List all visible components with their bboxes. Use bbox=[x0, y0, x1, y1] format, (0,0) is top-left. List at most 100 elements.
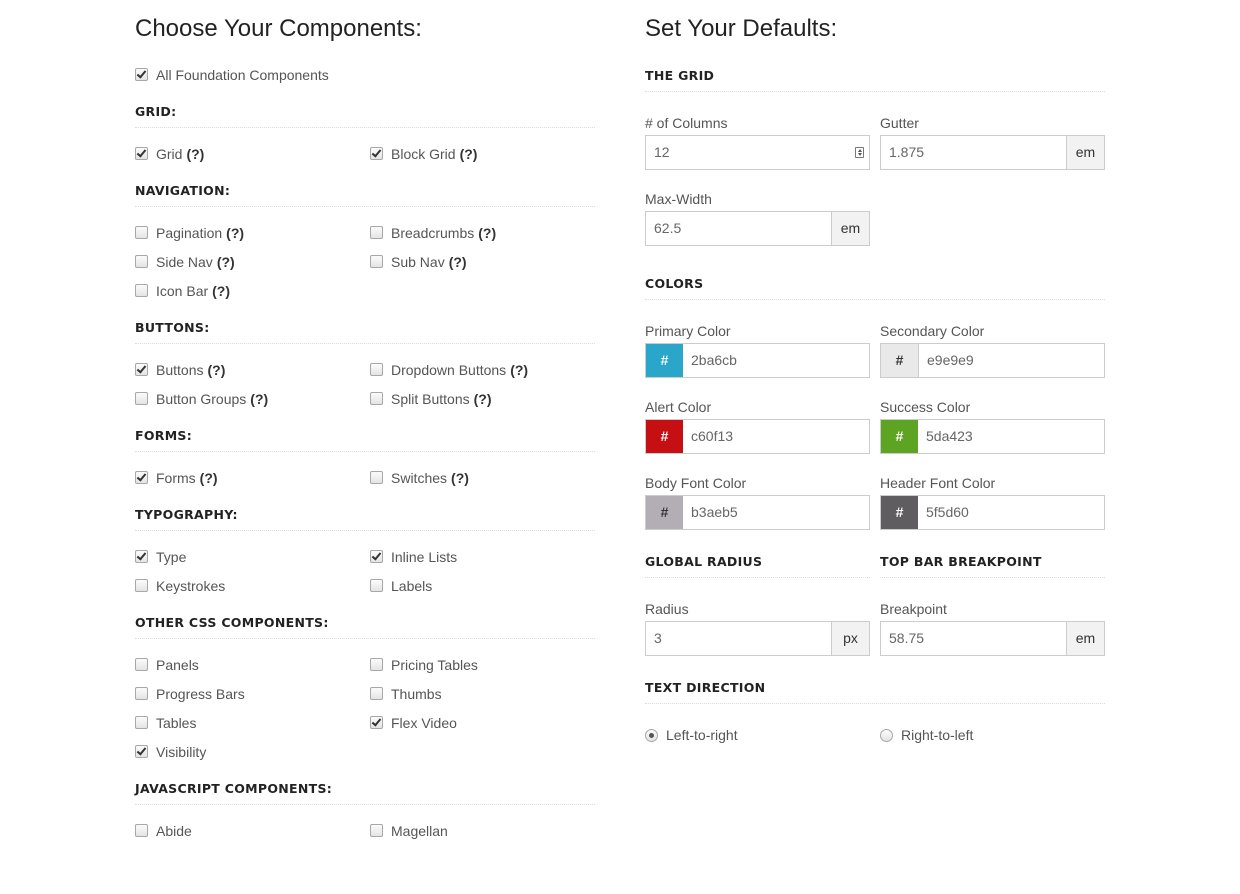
color-hex-value[interactable]: c60f13 bbox=[683, 420, 869, 453]
checkbox-box[interactable] bbox=[370, 658, 383, 671]
defaults-heading: Set Your Defaults: bbox=[645, 15, 838, 42]
keystrokes-checkbox[interactable]: Keystrokes bbox=[135, 575, 370, 597]
inline-lists-checkbox[interactable]: Inline Lists bbox=[370, 546, 595, 568]
checkbox-box[interactable] bbox=[370, 716, 383, 729]
checkbox-label: Breadcrumbs bbox=[391, 225, 475, 241]
help-link[interactable]: (?) bbox=[186, 146, 204, 162]
progress-bars-checkbox[interactable]: Progress Bars bbox=[135, 683, 370, 705]
header-font-color-input[interactable]: #5f5d60 bbox=[880, 495, 1105, 530]
flex-video-checkbox[interactable]: Flex Video bbox=[370, 712, 595, 734]
radius-value[interactable]: 3 bbox=[646, 622, 831, 655]
breadcrumbs-checkbox[interactable]: Breadcrumbs (?) bbox=[370, 222, 595, 244]
color-hex-value[interactable]: 2ba6cb bbox=[683, 344, 869, 377]
direction-radio-left-to-right[interactable]: Left-to-right bbox=[645, 724, 880, 746]
checkbox-box[interactable] bbox=[135, 363, 148, 376]
switches-checkbox[interactable]: Switches (?) bbox=[370, 467, 595, 489]
checkbox-box[interactable] bbox=[135, 550, 148, 563]
all-components-checkbox[interactable]: All Foundation Components bbox=[135, 64, 595, 86]
labels-checkbox[interactable]: Labels bbox=[370, 575, 595, 597]
help-link[interactable]: (?) bbox=[478, 225, 496, 241]
gutter-value[interactable]: 1.875 bbox=[881, 136, 1066, 169]
help-link[interactable]: (?) bbox=[200, 470, 218, 486]
icon-bar-checkbox[interactable]: Icon Bar (?) bbox=[135, 280, 370, 302]
tables-checkbox[interactable]: Tables bbox=[135, 712, 370, 734]
help-link[interactable]: (?) bbox=[212, 283, 230, 299]
breakpoint-input[interactable]: 58.75 em bbox=[880, 621, 1105, 656]
checkbox-box[interactable] bbox=[135, 716, 148, 729]
abide-checkbox[interactable]: Abide bbox=[135, 820, 370, 842]
checkbox-box[interactable] bbox=[135, 658, 148, 671]
help-link[interactable]: (?) bbox=[449, 254, 467, 270]
panels-checkbox[interactable]: Panels bbox=[135, 654, 370, 676]
side-nav-checkbox[interactable]: Side Nav (?) bbox=[135, 251, 370, 273]
magellan-checkbox[interactable]: Magellan bbox=[370, 820, 595, 842]
type-checkbox[interactable]: Type bbox=[135, 546, 370, 568]
checkbox-box[interactable] bbox=[370, 579, 383, 592]
radio-button[interactable] bbox=[880, 729, 893, 742]
columns-input-text[interactable]: 12 bbox=[646, 136, 869, 169]
checkbox-label: Split Buttons bbox=[391, 391, 470, 407]
color-swatch-hash: # bbox=[881, 420, 918, 453]
color-hex-value[interactable]: 5f5d60 bbox=[918, 496, 1104, 529]
pagination-checkbox[interactable]: Pagination (?) bbox=[135, 222, 370, 244]
split-buttons-checkbox[interactable]: Split Buttons (?) bbox=[370, 388, 595, 410]
checkbox-box[interactable] bbox=[135, 147, 148, 160]
alert-color-input[interactable]: # c60f13 bbox=[645, 419, 870, 454]
grid-checkbox[interactable]: Grid (?) bbox=[135, 143, 370, 165]
success-color-input[interactable]: #5da423 bbox=[880, 419, 1105, 454]
checkbox-box[interactable] bbox=[370, 550, 383, 563]
checkbox-box[interactable] bbox=[370, 226, 383, 239]
button-groups-checkbox[interactable]: Button Groups (?) bbox=[135, 388, 370, 410]
forms-checkbox[interactable]: Forms (?) bbox=[135, 467, 370, 489]
help-link[interactable]: (?) bbox=[226, 225, 244, 241]
block-grid-checkbox[interactable]: Block Grid (?) bbox=[370, 143, 595, 165]
checkbox-box[interactable] bbox=[135, 579, 148, 592]
help-link[interactable]: (?) bbox=[460, 146, 478, 162]
color-hex-value[interactable]: b3aeb5 bbox=[683, 496, 869, 529]
help-link[interactable]: (?) bbox=[510, 362, 528, 378]
checkbox-box[interactable] bbox=[135, 255, 148, 268]
pricing-tables-checkbox[interactable]: Pricing Tables bbox=[370, 654, 595, 676]
color-hex-value[interactable]: e9e9e9 bbox=[919, 344, 1104, 377]
checkbox-box[interactable] bbox=[135, 824, 148, 837]
secondary-color-input[interactable]: # e9e9e9 bbox=[880, 343, 1105, 378]
help-link[interactable]: (?) bbox=[250, 391, 268, 407]
maxwidth-value[interactable]: 62.5 bbox=[646, 212, 831, 245]
checkbox-label: Switches bbox=[391, 470, 448, 486]
checkbox-box[interactable] bbox=[370, 687, 383, 700]
maxwidth-input[interactable]: 62.5 em bbox=[645, 211, 870, 246]
help-link[interactable]: (?) bbox=[451, 470, 469, 486]
color-hex-value[interactable]: 5da423 bbox=[918, 420, 1104, 453]
checkbox-box[interactable] bbox=[370, 147, 383, 160]
checkbox-box[interactable] bbox=[135, 745, 148, 758]
help-link[interactable]: (?) bbox=[474, 391, 492, 407]
checkbox-box[interactable] bbox=[135, 687, 148, 700]
primary-color-input[interactable]: #2ba6cb bbox=[645, 343, 870, 378]
breakpoint-value[interactable]: 58.75 bbox=[881, 622, 1066, 655]
radio-button[interactable] bbox=[645, 729, 658, 742]
buttons-checkbox[interactable]: Buttons (?) bbox=[135, 359, 370, 381]
thumbs-checkbox[interactable]: Thumbs bbox=[370, 683, 595, 705]
checkbox-box[interactable] bbox=[370, 471, 383, 484]
body-font-color-input[interactable]: # b3aeb5 bbox=[645, 495, 870, 530]
checkbox-box[interactable] bbox=[370, 824, 383, 837]
dropdown-buttons-checkbox[interactable]: Dropdown Buttons (?) bbox=[370, 359, 595, 381]
checkbox-box[interactable] bbox=[370, 392, 383, 405]
checkbox-box[interactable] bbox=[370, 255, 383, 268]
columns-input[interactable]: 12 bbox=[645, 135, 870, 170]
radius-input[interactable]: 3 px bbox=[645, 621, 870, 656]
number-spinner-icon[interactable] bbox=[855, 147, 864, 158]
radio-label: Right-to-left bbox=[901, 727, 974, 743]
checkbox-box[interactable] bbox=[135, 471, 148, 484]
sub-nav-checkbox[interactable]: Sub Nav (?) bbox=[370, 251, 595, 273]
help-link[interactable]: (?) bbox=[217, 254, 235, 270]
checkbox-box[interactable] bbox=[135, 392, 148, 405]
visibility-checkbox[interactable]: Visibility bbox=[135, 741, 370, 763]
gutter-input[interactable]: 1.875 em bbox=[880, 135, 1105, 170]
direction-radio-right-to-left[interactable]: Right-to-left bbox=[880, 724, 1105, 746]
checkbox-box[interactable] bbox=[135, 226, 148, 239]
help-link[interactable]: (?) bbox=[207, 362, 225, 378]
all-components-checkbox-box[interactable] bbox=[135, 68, 148, 81]
checkbox-box[interactable] bbox=[370, 363, 383, 376]
checkbox-box[interactable] bbox=[135, 284, 148, 297]
